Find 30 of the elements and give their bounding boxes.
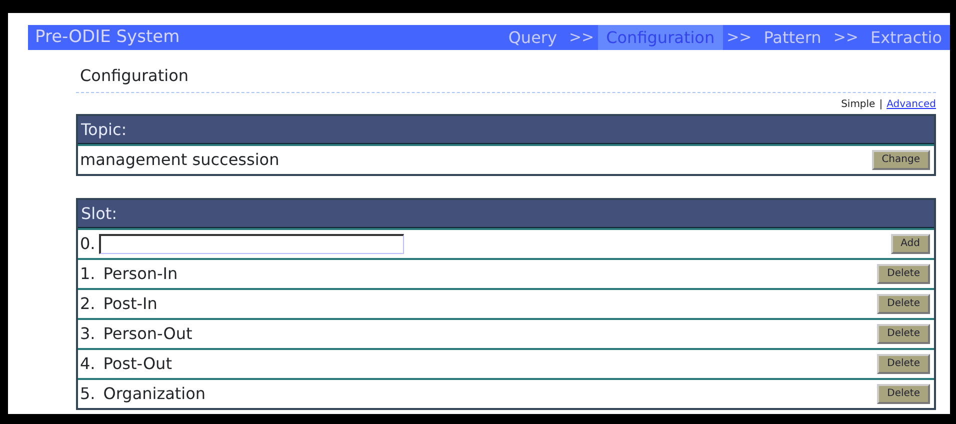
separator-arrows: >> [568, 27, 596, 48]
slot-input[interactable] [99, 234, 404, 254]
slot-number: 3. [80, 323, 96, 345]
slot-number: 2. [80, 293, 96, 315]
mode-link[interactable]: Advanced [886, 99, 936, 110]
slot-number: 5. [80, 383, 96, 405]
panel-header: Slot: [78, 200, 934, 228]
delete-button[interactable]: Delete [877, 384, 930, 404]
slot-number: 0. [80, 233, 96, 255]
panel-header: Topic: [78, 116, 934, 144]
slot-name: Person-In [103, 263, 179, 285]
slot-name: Person-Out [103, 323, 194, 345]
delete-button[interactable]: Delete [877, 264, 930, 284]
slot-number: 4. [80, 353, 96, 375]
separator-arrows: >> [726, 27, 753, 48]
delete-button[interactable]: Delete [877, 294, 930, 314]
slot-number: 1. [80, 263, 96, 285]
delete-button[interactable]: Delete [877, 324, 930, 344]
add-button[interactable]: Add [890, 234, 930, 254]
change-button[interactable]: Change [872, 150, 930, 170]
slot-name: Organization [103, 383, 207, 405]
slot-name: Post-Out [103, 353, 173, 375]
topic-value: management succession [80, 149, 280, 171]
separator-arrows: >> [832, 27, 860, 48]
mode-divider: | [878, 99, 884, 110]
page-title: Configuration [76, 50, 936, 93]
slot-name: Post-In [103, 293, 158, 315]
delete-button[interactable]: Delete [877, 354, 930, 374]
current-mode: Simple [841, 99, 876, 110]
app-title: Pre-ODIE System [34, 26, 181, 49]
